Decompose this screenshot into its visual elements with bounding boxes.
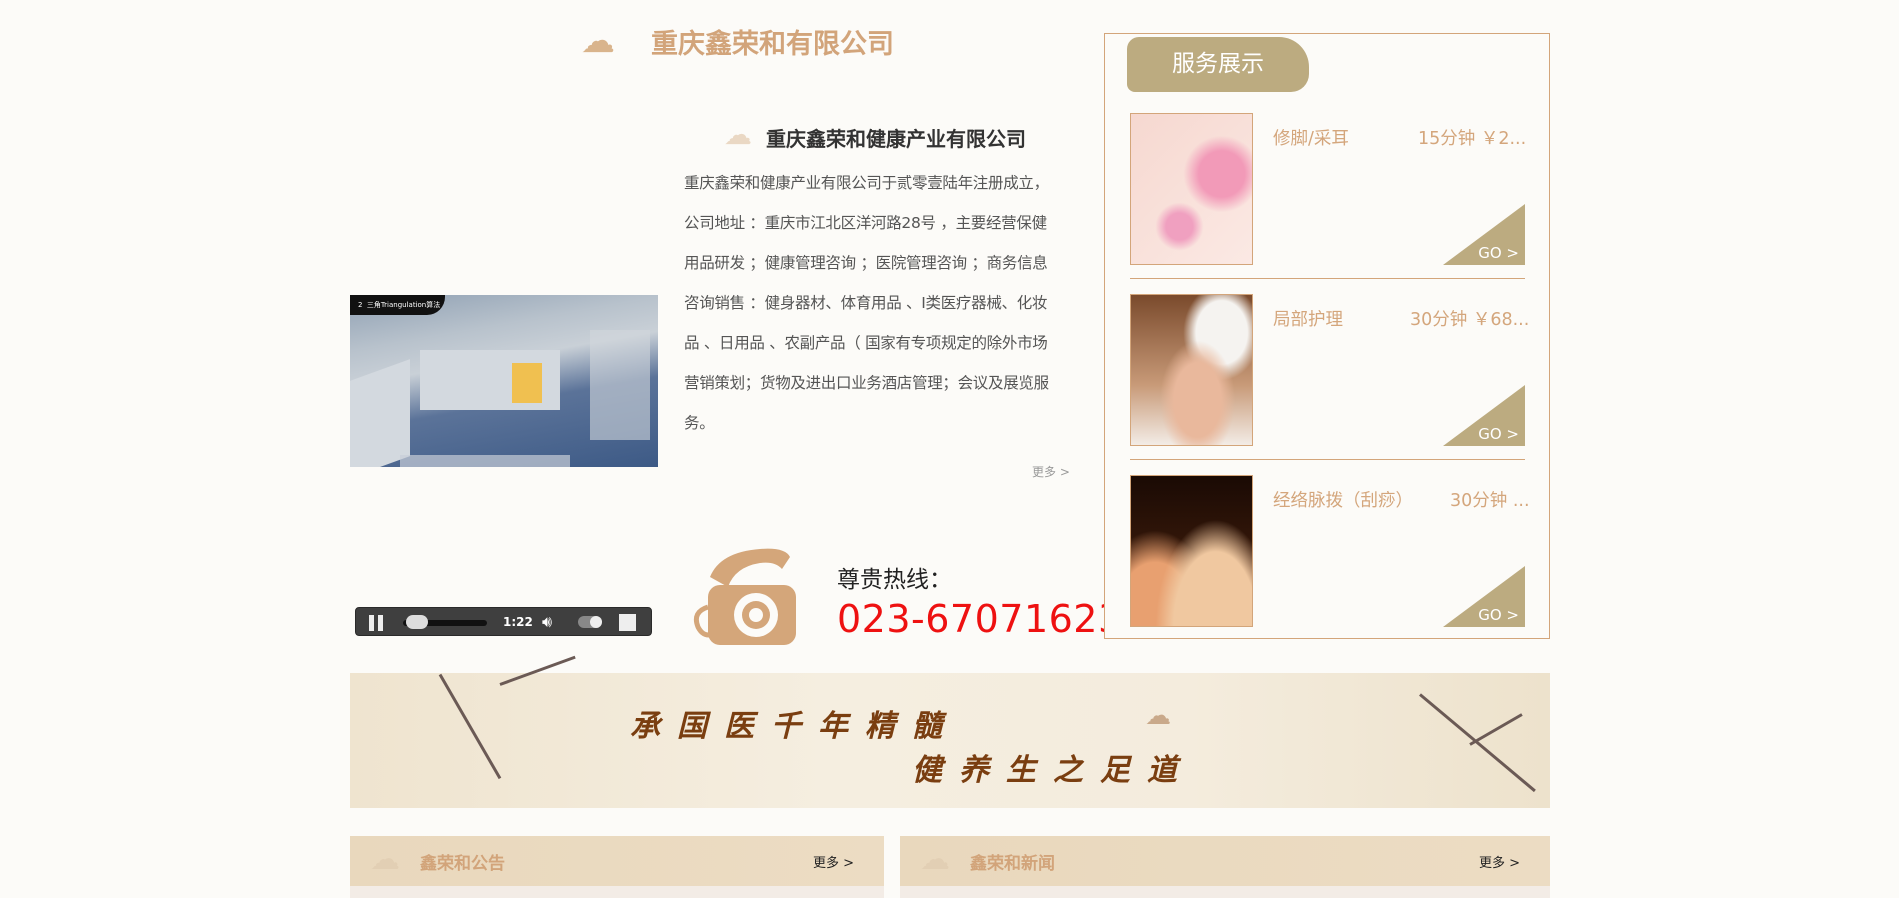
pause-icon[interactable] [369,615,383,631]
service-item[interactable]: 修脚/采耳 15分钟 ￥2... GO > [1130,113,1527,265]
about-line: 咨询销售 ：健身器材、体育用品 、I类医疗器械、化妆 [684,294,1048,312]
plum-branch [438,673,502,780]
about-line: 公司地址 ：重庆市江北区洋河路28号 ，主要经营保健 [684,214,1047,232]
about-line: 营销策划；货物及进出口业务酒店管理；会议及展览服 [684,374,1049,392]
service-price: 30分钟 ... [1450,491,1530,511]
company-name: 重庆鑫荣和有限公司 [651,29,894,60]
plum-branch [499,655,576,686]
video-controls: 1:22 🔊︎ [355,607,652,636]
service-image[interactable] [1130,475,1253,627]
fullscreen-icon[interactable] [619,614,636,631]
about-heading: ☁ 重庆鑫荣和健康产业有限公司 [724,121,1044,153]
cloud-icon: ☁ [920,842,950,877]
plum-branch [1469,713,1523,746]
service-name[interactable]: 经络脉拨（刮痧） [1273,487,1413,512]
service-item[interactable]: 经络脉拨（刮痧） 30分钟 ... GO > [1130,475,1530,627]
go-label[interactable]: GO > [1478,244,1519,262]
video-frame-panel [590,330,650,440]
cloud-icon: ☁ [724,118,752,151]
video-frame-wall [350,359,410,467]
services-panel: 服务展示 修脚/采耳 15分钟 ￥2... GO > 局部护理 30分钟 ￥68… [1104,33,1550,639]
badge-text: 三角Triangulation算法 [366,301,441,309]
cloud-icon: ☁ [1145,701,1171,731]
video-player[interactable]: 2 三角Triangulation算法 [350,295,658,467]
company-logo[interactable]: ☁ 重庆鑫荣和有限公司 [581,18,894,64]
video-badge: 2 三角Triangulation算法 [350,295,445,315]
video-frame-toolbar [400,455,570,467]
services-title: 服务展示 [1127,37,1309,92]
service-name[interactable]: 修脚/采耳 [1273,125,1349,150]
banner: ☁ 承国医千年精髓 健养生之足道 [350,655,1550,808]
about-line: 重庆鑫荣和健康产业有限公司于贰零壹陆年注册成立， [684,174,1049,192]
cloud-icon: ☁ [581,21,615,61]
notice-title: 鑫荣和公告 [420,854,505,874]
news-title: 鑫荣和新闻 [970,854,1055,874]
badge-number: 2 [358,301,363,309]
seek-handle[interactable] [406,615,428,629]
about-text: 重庆鑫荣和健康产业有限公司于贰零壹陆年注册成立， 公司地址 ：重庆市江北区洋河路… [684,163,1072,443]
plum-branch [1419,693,1536,793]
service-image[interactable] [1130,113,1253,265]
volume-icon[interactable]: 🔊︎ [542,612,552,632]
about-more-link[interactable]: 更多 > [1032,463,1070,480]
divider [1130,278,1525,279]
about-line: 品 、日用品 、农副产品（ 国家有专项规定的除外市场 [684,334,1048,352]
about-title: 重庆鑫荣和健康产业有限公司 [766,127,1026,151]
about-line: 务。 [684,414,715,432]
video-frame-door [512,363,542,403]
banner-line-2: 健养生之足道 [912,753,1194,788]
hotline-label: 尊贵热线： [837,567,952,593]
notice-section: ☁ 鑫荣和公告 更多 > [350,836,884,898]
news-more-link[interactable]: 更多 > [1479,852,1520,871]
cloud-icon: ☁ [370,842,400,877]
notice-more-link[interactable]: 更多 > [813,852,854,871]
telephone-icon [693,548,796,645]
service-item[interactable]: 局部护理 30分钟 ￥68... GO > [1130,294,1529,446]
about-line: 用品研发 ；健康管理咨询 ；医院管理咨询 ；商务信息 [684,254,1048,272]
news-section: ☁ 鑫荣和新闻 更多 > [900,836,1550,898]
banner-line-1: 承国医千年精髓 [630,709,959,744]
service-price: 30分钟 ￥68... [1410,310,1530,330]
go-label[interactable]: GO > [1478,425,1519,443]
service-name[interactable]: 局部护理 [1273,306,1343,331]
divider [1130,459,1525,460]
go-label[interactable]: GO > [1478,606,1519,624]
service-price: 15分钟 ￥2... [1418,129,1527,149]
hotline-number: 023-67071623 [837,597,1123,641]
video-time: 1:22 [503,615,533,629]
volume-slider[interactable] [578,616,602,628]
service-image[interactable] [1130,294,1253,446]
